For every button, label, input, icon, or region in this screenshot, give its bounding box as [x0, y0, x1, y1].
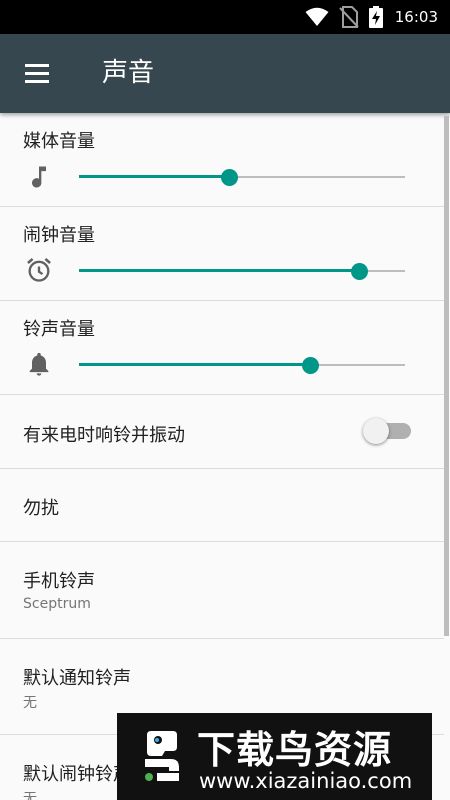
vibrate-on-ring-switch[interactable]: [363, 417, 413, 445]
watermark-url: www.xiazainiao.com: [199, 769, 413, 793]
no-sim-icon: [339, 6, 359, 28]
alarm-volume-slider[interactable]: [79, 261, 405, 281]
do-not-disturb-label: 勿扰: [23, 498, 59, 519]
status-bar: 16:03: [0, 0, 450, 34]
vibrate-on-ring-label: 有来电时响铃并振动: [23, 425, 185, 446]
slider-thumb[interactable]: [351, 263, 369, 280]
phone-ringtone-row[interactable]: 手机铃声 Sceptrum: [0, 542, 444, 639]
status-time: 16:03: [394, 8, 438, 26]
wifi-icon: [305, 7, 329, 26]
ring-volume-label: 铃声音量: [23, 319, 95, 340]
alarm-volume-label: 闹钟音量: [23, 225, 95, 246]
vibrate-on-ring-row[interactable]: 有来电时响铃并振动: [0, 395, 444, 469]
media-volume-label: 媒体音量: [23, 131, 95, 152]
alarm-sound-label: 默认闹钟铃声: [23, 764, 131, 785]
settings-list: 媒体音量 闹钟音量 铃声音量 有来电时响铃并振动 勿扰 手机铃声 Sceptru…: [0, 113, 450, 800]
ring-volume-row: 铃声音量: [0, 301, 444, 395]
alarm-sound-value: 无: [23, 791, 37, 800]
bell-icon: [29, 352, 49, 376]
slider-thumb[interactable]: [220, 169, 238, 186]
phone-ringtone-value: Sceptrum: [23, 596, 91, 612]
media-volume-row: 媒体音量: [0, 113, 444, 207]
hamburger-menu-icon[interactable]: [22, 61, 58, 87]
battery-charging-icon: [368, 6, 383, 28]
notification-sound-label: 默认通知铃声: [23, 668, 131, 689]
do-not-disturb-row[interactable]: 勿扰: [0, 469, 444, 542]
bird-logo-icon: [145, 731, 179, 781]
alarm-clock-icon: [27, 257, 51, 282]
scrollbar[interactable]: [444, 116, 449, 636]
watermark-banner: 下载鸟资源 www.xiazainiao.com: [117, 713, 432, 800]
slider-thumb[interactable]: [302, 357, 320, 374]
music-note-icon: [32, 166, 46, 188]
app-bar: 声音: [0, 34, 450, 113]
media-volume-slider[interactable]: [79, 167, 405, 187]
page-title: 声音: [102, 58, 155, 88]
phone-ringtone-label: 手机铃声: [23, 571, 95, 592]
watermark-title: 下载鸟资源: [197, 728, 393, 772]
ring-volume-slider[interactable]: [79, 355, 405, 375]
alarm-volume-row: 闹钟音量: [0, 207, 444, 301]
switch-thumb: [363, 418, 389, 444]
notification-sound-value: 无: [23, 695, 37, 711]
